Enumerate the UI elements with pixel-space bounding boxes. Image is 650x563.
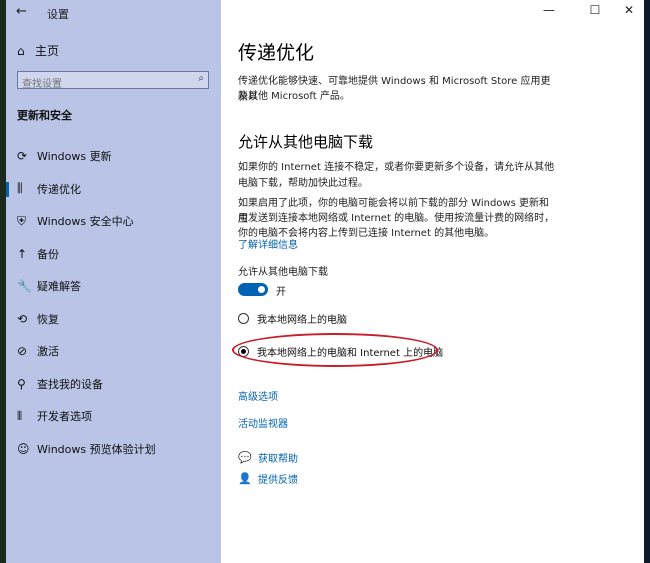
- radio-circle[interactable]: [238, 313, 249, 324]
- desktop-background-right: [644, 0, 650, 563]
- search-icon[interactable]: ⌕: [198, 73, 204, 84]
- sidebar-item-troubleshoot[interactable]: 🔧 疑难解答: [6, 270, 221, 303]
- home-icon: ⌂: [17, 43, 25, 58]
- sidebar-nav: ⟳ Windows 更新 ⫼ 传递优化 ⛨ Windows 安全中心 ↑ 备份 …: [6, 140, 221, 465]
- sidebar-item-label: 激活: [37, 345, 59, 359]
- developer-tools-icon: ⫴: [17, 408, 23, 423]
- toggle-knob: [258, 286, 265, 293]
- sidebar-item-label: 备份: [37, 247, 59, 261]
- sidebar-item-activation[interactable]: ⊘ 激活: [6, 335, 221, 368]
- activity-monitor-link[interactable]: 活动监视器: [238, 415, 288, 430]
- maximize-button[interactable]: ☐: [580, 3, 610, 17]
- sidebar-item-backup[interactable]: ↑ 备份: [6, 238, 221, 271]
- home-link[interactable]: ⌂ 主页: [17, 42, 59, 59]
- chat-bubble-icon: 💬: [238, 451, 252, 464]
- sidebar-item-label: 传递优化: [37, 182, 81, 196]
- close-button[interactable]: ✕: [614, 3, 644, 17]
- toggle-label: 允许从其他电脑下载: [238, 267, 328, 278]
- back-button[interactable]: ←: [16, 4, 27, 19]
- feedback-label: 提供反馈: [258, 475, 298, 486]
- feedback-link[interactable]: 👤 提供反馈: [238, 471, 298, 486]
- get-help-link[interactable]: 💬 获取帮助: [238, 450, 298, 465]
- sidebar-item-windows-update[interactable]: ⟳ Windows 更新: [6, 140, 221, 173]
- sidebar-item-insider-program[interactable]: ☺ Windows 预览体验计划: [6, 433, 221, 466]
- get-help-label: 获取帮助: [258, 454, 298, 465]
- section-title: 更新和安全: [17, 109, 72, 122]
- sidebar-item-label: 查找我的设备: [37, 377, 103, 391]
- sidebar-item-label: Windows 预览体验计划: [37, 442, 156, 456]
- sidebar-item-delivery-optimization[interactable]: ⫼ 传递优化: [6, 173, 221, 206]
- allow-downloads-heading: 允许从其他电脑下载: [238, 133, 374, 151]
- paragraph-1-line-2: 电脑下载，帮助加快此过程。: [238, 178, 368, 189]
- sidebar-item-label: 恢复: [37, 312, 59, 326]
- window-title: 设置: [47, 8, 69, 21]
- minimize-button[interactable]: —: [534, 3, 564, 17]
- home-label: 主页: [35, 44, 60, 58]
- learn-more-link[interactable]: 了解详细信息: [238, 236, 298, 251]
- sidebar-item-windows-security[interactable]: ⛨ Windows 安全中心: [6, 205, 221, 238]
- sidebar-item-label: 疑难解答: [37, 280, 81, 294]
- sidebar-item-recovery[interactable]: ⟲ 恢复: [6, 303, 221, 336]
- page-title: 传递优化: [238, 42, 315, 64]
- sidebar-item-find-my-device[interactable]: ⚲ 查找我的设备: [6, 368, 221, 401]
- activation-icon: ⊘: [17, 344, 28, 359]
- recovery-icon: ⟲: [17, 311, 28, 326]
- paragraph-1-line-1: 如果你的 Internet 连接不稳定，或者你要更新多个设备，请允许从其他: [238, 162, 555, 173]
- paragraph-2-line-2: 用发送到连接本地网络或 Internet 的电脑。使用按流量计费的网络时，: [238, 213, 555, 224]
- sidebar-item-label: Windows 安全中心: [37, 215, 134, 229]
- refresh-icon: ⟳: [17, 149, 28, 164]
- advanced-options-link[interactable]: 高级选项: [238, 388, 278, 403]
- person-location-icon: ⚲: [17, 376, 26, 391]
- sidebar-item-label: 开发者选项: [37, 410, 92, 424]
- allow-downloads-toggle[interactable]: [238, 283, 268, 296]
- red-annotation-ellipse: [232, 333, 438, 367]
- search-box[interactable]: ⌕: [17, 71, 209, 93]
- settings-window: ⌂ 主页 ⌕ 更新和安全 ⟳ Windows 更新 ⫼ 传递优化 ⛨ Windo…: [6, 0, 644, 563]
- radio-local-network[interactable]: 我本地网络上的电脑: [238, 311, 347, 326]
- shield-icon: ⛨: [17, 213, 27, 228]
- wrench-icon: 🔧: [17, 279, 32, 294]
- search-input[interactable]: [18, 76, 196, 93]
- delivery-optimization-icon: ⫼: [17, 181, 23, 196]
- backup-arrow-icon: ↑: [17, 246, 28, 261]
- sidebar-item-developer-options[interactable]: ⫴ 开发者选项: [6, 400, 221, 433]
- title-bar: ← 设置 — ☐ ✕: [6, 0, 644, 26]
- sidebar-item-label: Windows 更新: [37, 150, 112, 164]
- intro-line-2: 及其他 Microsoft 产品。: [238, 91, 350, 102]
- toggle-state-label: 开: [276, 287, 286, 298]
- sidebar: ⌂ 主页 ⌕ 更新和安全 ⟳ Windows 更新 ⫼ 传递优化 ⛨ Windo…: [6, 0, 221, 563]
- insider-smiley-icon: ☺: [17, 441, 30, 456]
- feedback-person-icon: 👤: [238, 472, 252, 485]
- radio-label: 我本地网络上的电脑: [257, 315, 347, 326]
